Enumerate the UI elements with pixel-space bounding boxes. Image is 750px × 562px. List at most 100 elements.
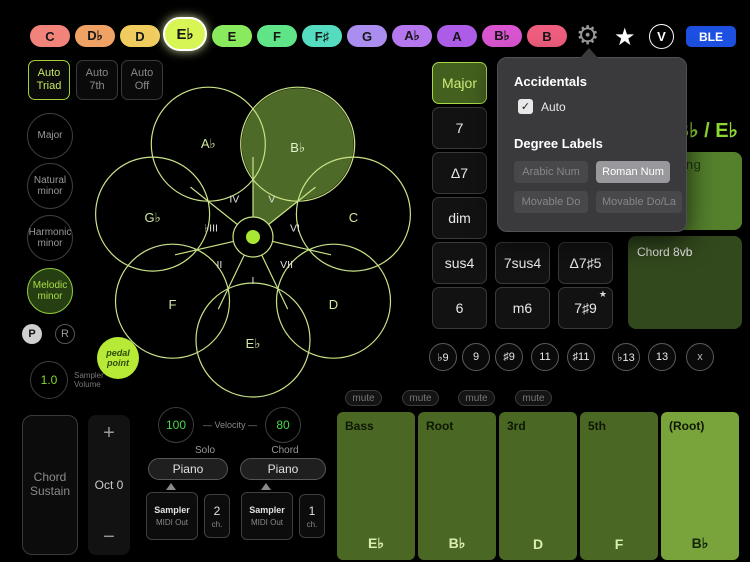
degree-option-roman[interactable]: Roman Num xyxy=(596,161,670,183)
petal-note-eb: E♭ xyxy=(246,336,261,351)
favorite-star-icon: ★ xyxy=(599,289,607,300)
chord-velocity-knob[interactable]: 80 xyxy=(265,407,301,443)
ble-button[interactable]: BLE xyxy=(686,26,736,47)
petal-note-c: C xyxy=(349,210,358,225)
chord-type-maj7s5[interactable]: Δ7♯5 xyxy=(558,242,613,284)
solo-velocity-knob[interactable]: 100 xyxy=(158,407,194,443)
auto-accidentals-checkbox[interactable]: ✓ xyxy=(518,99,533,114)
voicing-button[interactable]: V xyxy=(649,24,674,49)
mute-button-3[interactable]: mute xyxy=(458,390,495,406)
chord-type-sus4[interactable]: sus4 xyxy=(432,242,487,284)
star-icon[interactable]: ★ xyxy=(614,23,636,52)
petal-note-d: D xyxy=(329,297,338,312)
key-pill-f[interactable]: F xyxy=(257,25,297,47)
auto-accidentals-label: Auto xyxy=(541,100,566,114)
pad-3rd[interactable]: 3rd D xyxy=(499,412,577,560)
chord-type-7[interactable]: 7 xyxy=(432,107,487,149)
key-pill-fs[interactable]: F♯ xyxy=(302,25,342,47)
tension-b13[interactable]: ♭13 xyxy=(612,343,640,371)
chord-flower[interactable]: E♭ F G♭ A♭ B♭ C D I II ♭III IV V VI VII xyxy=(90,75,425,410)
key-pill-b[interactable]: B xyxy=(527,25,567,47)
key-pill-eb[interactable]: E♭ xyxy=(163,17,207,51)
petal-note-gb: G♭ xyxy=(144,210,160,225)
app-root: C D♭ D E♭ E F F♯ G A♭ A B♭ B ⚙ ★ V BLE A… xyxy=(0,0,750,562)
accidentals-title: Accidentals xyxy=(514,74,587,89)
pad-bass[interactable]: Bass E♭ xyxy=(337,412,415,560)
chord-type-7sus4[interactable]: 7sus4 xyxy=(495,242,550,284)
chord-type-6[interactable]: 6 xyxy=(432,287,487,329)
solo-midi-channel-stepper[interactable]: 2 ch. xyxy=(204,494,230,538)
sampler-volume-knob[interactable]: 1.0 xyxy=(30,361,68,399)
pad-note-label: B♭ xyxy=(661,535,739,552)
pad-role-label: 3rd xyxy=(507,419,526,433)
pad-5th[interactable]: 5th F xyxy=(580,412,658,560)
pad-note-label: E♭ xyxy=(337,535,415,552)
mute-button-2[interactable]: mute xyxy=(402,390,439,406)
tension-s11[interactable]: ♯11 xyxy=(567,343,595,371)
solo-midi-line1: Sampler xyxy=(154,505,190,515)
octave-value: Oct 0 xyxy=(95,478,124,492)
tension-9[interactable]: 9 xyxy=(462,343,490,371)
chord-midi-channel-unit: ch. xyxy=(307,520,318,529)
degree-vi: VI xyxy=(290,222,300,234)
tension-13[interactable]: 13 xyxy=(648,343,676,371)
chord-type-maj7[interactable]: Δ7 xyxy=(432,152,487,194)
degree-iv: IV xyxy=(229,193,239,205)
degree-ii: II xyxy=(216,259,222,271)
chord-sustain-button[interactable]: Chord Sustain xyxy=(22,415,78,555)
key-pill-g[interactable]: G xyxy=(347,25,387,47)
pad-role-label: 5th xyxy=(588,419,606,433)
petal-note-ab: A♭ xyxy=(201,136,216,151)
auto-triad-button[interactable]: Auto Triad xyxy=(28,60,70,100)
pad-root[interactable]: Root B♭ xyxy=(418,412,496,560)
chord-type-major[interactable]: Major xyxy=(432,62,487,104)
degree-option-movable-do[interactable]: Movable Do xyxy=(514,191,588,213)
mute-button-4[interactable]: mute xyxy=(515,390,552,406)
pad-note-label: F xyxy=(580,536,658,552)
pad-role-label: (Root) xyxy=(669,419,704,433)
chord-midi-up-arrow-icon[interactable] xyxy=(261,483,271,490)
chord-type-m6[interactable]: m6 xyxy=(495,287,550,329)
pad-role-label: Bass xyxy=(345,419,374,433)
pad-root-high[interactable]: (Root) B♭ xyxy=(661,412,739,560)
solo-midi-channel-value: 2 xyxy=(214,504,221,518)
tension-b9[interactable]: ♭9 xyxy=(429,343,457,371)
gear-icon[interactable]: ⚙ xyxy=(576,20,599,51)
tension-11[interactable]: 11 xyxy=(531,343,559,371)
velocity-label: — Velocity — xyxy=(196,420,264,430)
octave-minus-button[interactable]: − xyxy=(103,527,115,547)
key-pill-c[interactable]: C xyxy=(30,25,70,47)
key-pill-a[interactable]: A xyxy=(437,25,477,47)
key-pill-d[interactable]: D xyxy=(120,25,160,47)
degree-option-movable-dola[interactable]: Movable Do/La xyxy=(596,191,682,213)
chord-midi-out-button[interactable]: Sampler MIDI Out xyxy=(241,492,293,540)
tension-clear-button[interactable]: x xyxy=(686,343,714,371)
solo-section-label: Solo xyxy=(175,445,235,456)
chord-section-label: Chord xyxy=(255,445,315,456)
scale-harmonic-minor-button[interactable]: Harmonic minor xyxy=(27,215,73,261)
octave-plus-button[interactable]: + xyxy=(103,423,115,443)
p-button[interactable]: P xyxy=(22,324,42,344)
chord-midi-channel-value: 1 xyxy=(309,504,316,518)
scale-melodic-minor-button[interactable]: Melodic minor xyxy=(27,268,73,314)
scale-natural-minor-button[interactable]: Natural minor xyxy=(27,163,73,209)
r-button[interactable]: R xyxy=(55,324,75,344)
solo-instrument-button[interactable]: Piano xyxy=(148,458,228,480)
chord-type-7s9[interactable]: 7♯9 ★ xyxy=(558,287,613,329)
chord-instrument-button[interactable]: Piano xyxy=(240,458,326,480)
degree-option-arabic[interactable]: Arabic Num xyxy=(514,161,588,183)
solo-midi-out-button[interactable]: Sampler MIDI Out xyxy=(146,492,198,540)
key-pill-e[interactable]: E xyxy=(212,25,252,47)
tension-s9[interactable]: ♯9 xyxy=(495,343,523,371)
key-pill-ab[interactable]: A♭ xyxy=(392,25,432,47)
chord-midi-channel-stepper[interactable]: 1 ch. xyxy=(299,494,325,538)
chord-type-dim[interactable]: dim xyxy=(432,197,487,239)
solo-midi-up-arrow-icon[interactable] xyxy=(166,483,176,490)
mute-button-1[interactable]: mute xyxy=(345,390,382,406)
scale-major-button[interactable]: Major xyxy=(27,113,73,159)
chord-8vb-pad[interactable]: Chord 8vb xyxy=(628,236,742,329)
octave-stepper[interactable]: + Oct 0 − xyxy=(88,415,130,555)
key-pill-bb[interactable]: B♭ xyxy=(482,25,522,47)
pad-note-label: D xyxy=(499,536,577,552)
key-pill-db[interactable]: D♭ xyxy=(75,25,115,47)
